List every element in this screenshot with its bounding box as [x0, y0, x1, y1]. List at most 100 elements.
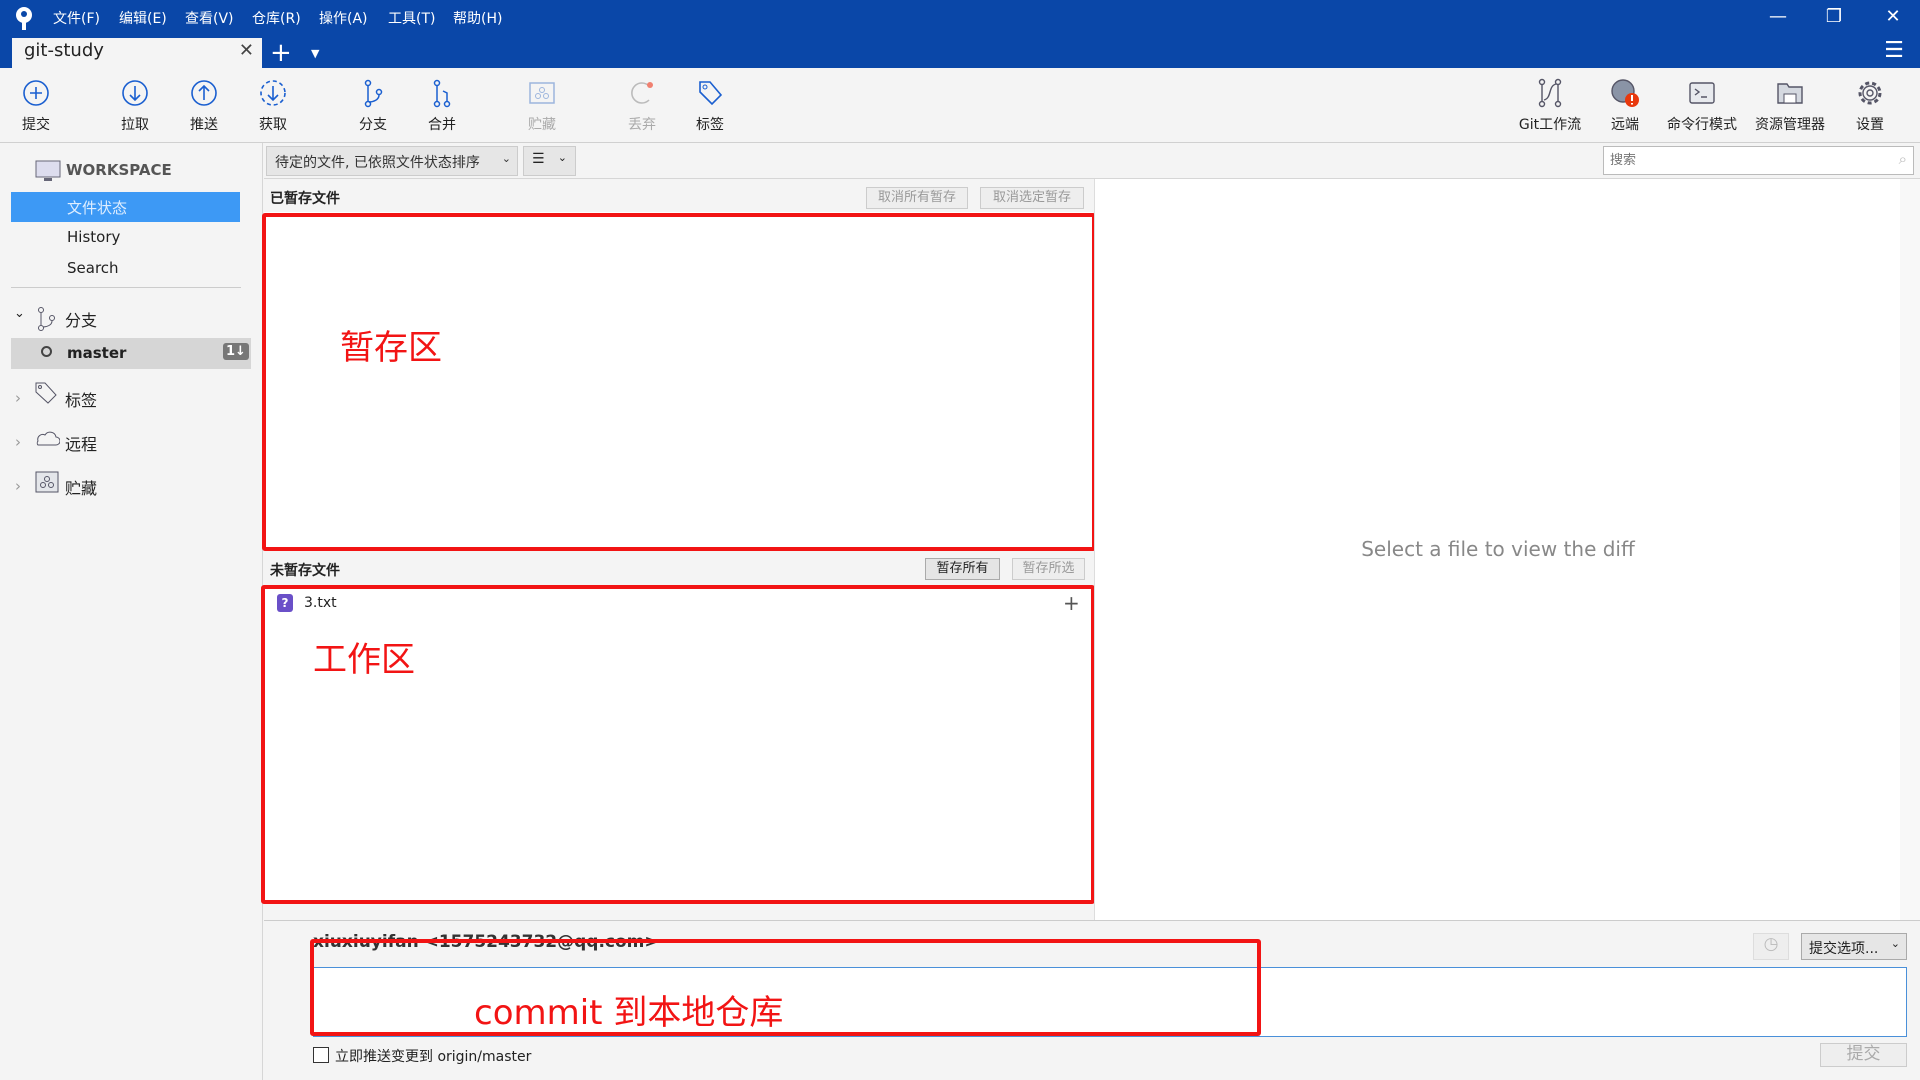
settings-button[interactable]: 设置	[1825, 78, 1915, 134]
new-tab-button[interactable]: +	[270, 38, 292, 68]
discard-label: 丢弃	[628, 117, 656, 133]
sort-label: 待定的文件, 已依照文件状态排序	[275, 155, 480, 171]
search-input[interactable]	[1604, 147, 1874, 173]
chevron-down-icon: ⌄	[501, 152, 511, 165]
folder-icon	[1777, 83, 1803, 104]
stash-label: 贮藏	[528, 117, 556, 133]
push-immediately-label[interactable]: 立即推送变更到 origin/master	[335, 1046, 531, 1066]
close-tab-icon[interactable]: ✕	[239, 40, 254, 61]
fetch-button[interactable]: 获取	[228, 78, 318, 134]
app-logo-icon	[16, 7, 32, 30]
diff-pane: Select a file to view the diff	[1094, 179, 1900, 921]
commit-options-dropdown[interactable]: 提交选项... ⌄	[1801, 933, 1907, 960]
unstaged-files-title: 未暂存文件	[270, 563, 340, 579]
cloud-icon	[36, 431, 60, 446]
terminal-icon	[1689, 82, 1715, 104]
sidebar: WORKSPACE 文件状态 History Search ⌄ 分支 maste…	[0, 143, 263, 1080]
branch-name: master	[67, 344, 127, 362]
annotation-commit: commit 到本地仓库	[474, 993, 784, 1033]
unstage-all-button[interactable]: 取消所有暂存	[866, 187, 968, 209]
sidebar-item-history[interactable]: History	[67, 228, 120, 246]
stage-all-button[interactable]: 暂存所有	[925, 558, 1000, 580]
workspace-header: WORKSPACE	[66, 161, 172, 179]
remotes-expand-icon[interactable]: ›	[15, 433, 21, 451]
annotation-box-commit	[310, 939, 1261, 1036]
sidebar-remotes[interactable]: 远程	[65, 431, 97, 455]
stash-icon	[529, 82, 555, 104]
menu-tools[interactable]: 工具(T)	[388, 8, 435, 28]
explorer-button[interactable]: 资源管理器	[1745, 78, 1835, 134]
monitor-icon	[35, 160, 61, 181]
menu-repository[interactable]: 仓库(R)	[252, 8, 301, 28]
menu-help[interactable]: 帮助(H)	[453, 8, 502, 28]
menu-file[interactable]: 文件(F)	[53, 8, 100, 28]
chevron-down-icon: ⌄	[1890, 937, 1900, 950]
branches-expand-icon[interactable]: ⌄	[14, 306, 25, 321]
push-icon	[191, 80, 217, 106]
commit-button[interactable]: 提交	[0, 78, 81, 134]
menu-view[interactable]: 查看(V)	[185, 8, 234, 28]
sidebar-divider	[11, 287, 241, 288]
push-label: 推送	[190, 117, 218, 133]
branch-label: 分支	[359, 117, 387, 133]
sidebar-item-search[interactable]: Search	[67, 259, 119, 277]
git-flow-label: Git工作流	[1518, 117, 1582, 133]
annotation-staged: 暂存区	[340, 328, 442, 368]
title-bar: 文件(F) 编辑(E) 查看(V) 仓库(R) 操作(A) 工具(T) 帮助(H…	[0, 0, 1920, 68]
tag-label: 标签	[696, 117, 724, 133]
commit-submit-button[interactable]: 提交	[1820, 1043, 1907, 1067]
branch-icon	[364, 79, 383, 108]
sort-dropdown[interactable]: 待定的文件, 已依照文件状态排序 ⌄	[266, 146, 518, 176]
git-flow-icon	[1538, 78, 1562, 108]
divider	[264, 920, 1920, 921]
explorer-label: 资源管理器	[1755, 117, 1825, 133]
unstage-selected-button[interactable]: 取消选定暂存	[980, 187, 1084, 209]
view-mode-dropdown[interactable]: ☰ ⌄	[523, 146, 576, 176]
sidebar-stashes[interactable]: 贮藏	[65, 475, 97, 499]
hamburger-menu-icon[interactable]: ☰	[1874, 38, 1914, 63]
pull-label: 拉取	[121, 117, 149, 133]
stage-selected-button[interactable]: 暂存所选	[1012, 558, 1085, 580]
restore-button[interactable]: ❐	[1814, 6, 1854, 30]
search-field[interactable]: ⌕	[1603, 146, 1914, 175]
stashes-expand-icon[interactable]: ›	[15, 477, 21, 495]
stash-icon	[35, 471, 59, 493]
sidebar-item-file-status[interactable]: 文件状态	[11, 192, 240, 222]
push-immediately-checkbox[interactable]	[313, 1047, 329, 1063]
fetch-icon	[260, 80, 286, 106]
menu-edit[interactable]: 编辑(E)	[119, 8, 167, 28]
merge-button[interactable]: 合并	[397, 78, 487, 134]
merge-label: 合并	[428, 117, 456, 133]
gear-icon	[1858, 81, 1882, 105]
chevron-down-icon: ⌄	[557, 151, 567, 164]
sidebar-tags[interactable]: 标签	[65, 387, 97, 411]
tab-dropdown-icon[interactable]: ▼	[311, 47, 319, 60]
terminal-button[interactable]: 命令行模式	[1657, 78, 1747, 134]
commit-icon	[23, 80, 49, 106]
diff-empty-message: Select a file to view the diff	[1361, 537, 1635, 561]
menu-actions[interactable]: 操作(A)	[319, 8, 368, 28]
tags-expand-icon[interactable]: ›	[15, 389, 21, 407]
file-status-label: 文件状态	[67, 199, 128, 217]
annotation-working: 工作区	[313, 640, 415, 680]
commit-label: 提交	[22, 117, 50, 133]
search-icon: ⌕	[1898, 150, 1907, 168]
staged-files-title: 已暂存文件	[270, 191, 340, 207]
tag-button[interactable]: 标签	[665, 78, 755, 134]
discard-icon	[631, 82, 653, 104]
stash-button[interactable]: 贮藏	[497, 78, 587, 134]
behind-badge: 1↓	[223, 343, 249, 360]
diff-scrollbar[interactable]	[1900, 179, 1920, 921]
tag-icon	[35, 382, 57, 404]
commit-history-icon[interactable]: ◷	[1753, 933, 1789, 960]
branch-icon	[38, 307, 55, 331]
sidebar-branches[interactable]: 分支	[65, 307, 97, 331]
minimize-button[interactable]: —	[1758, 6, 1798, 30]
current-branch-icon	[41, 346, 52, 357]
close-window-button[interactable]: ✕	[1873, 6, 1913, 30]
tag-icon	[699, 81, 723, 106]
commit-options-label: 提交选项...	[1809, 941, 1879, 957]
fetch-label: 获取	[259, 117, 287, 133]
branch-item-master[interactable]: master 1↓	[11, 338, 251, 369]
tab-git-study[interactable]: git-study ✕	[12, 38, 262, 68]
